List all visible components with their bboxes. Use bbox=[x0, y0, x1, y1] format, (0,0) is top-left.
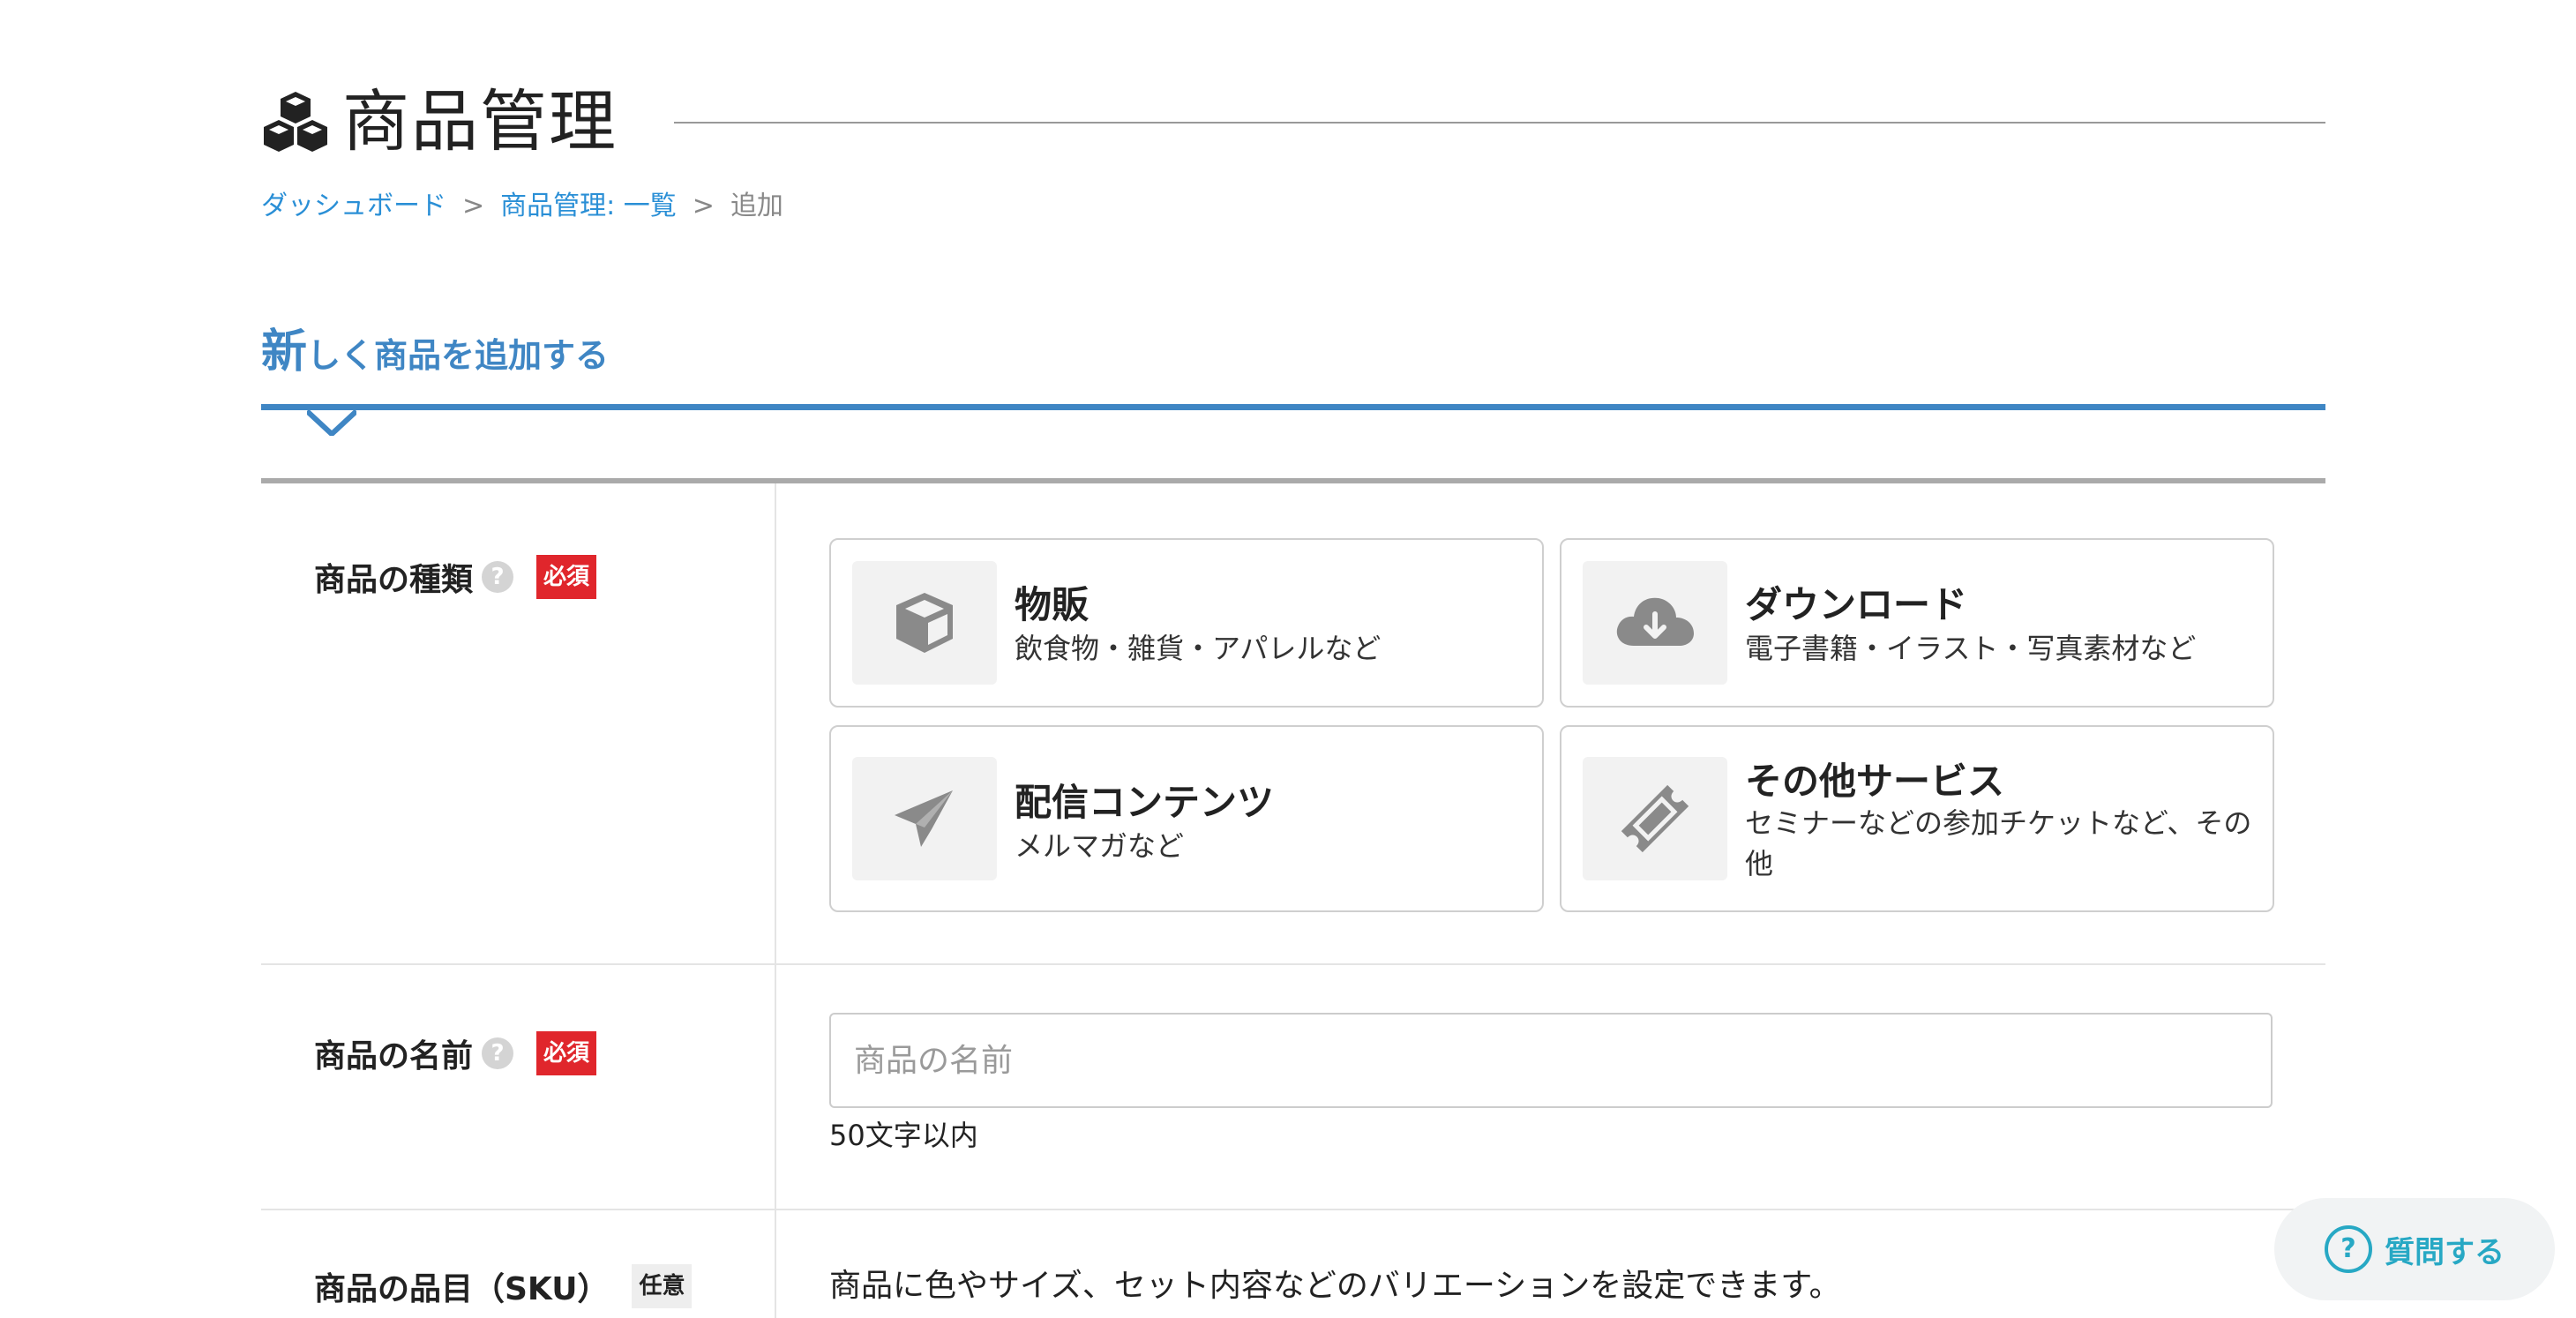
type-option-other-service[interactable]: その他サービス セミナーなどの参加チケットなど、その他 bbox=[1560, 725, 2274, 912]
type-option-icon-box bbox=[852, 561, 997, 685]
type-option-title: 物販 bbox=[1015, 583, 1090, 626]
ticket-icon bbox=[1621, 784, 1689, 853]
cloud-download-icon bbox=[1616, 597, 1694, 646]
help-icon[interactable]: ? bbox=[482, 561, 514, 593]
breadcrumb: ダッシュボード > 商品管理: 一覧 > 追加 bbox=[261, 187, 783, 226]
product-name-hint: 50文字以内 bbox=[829, 1119, 978, 1152]
type-option-desc: セミナーなどの参加チケットなど、その他 bbox=[1745, 806, 2252, 880]
section-notch bbox=[307, 409, 356, 436]
question-circle-icon: ? bbox=[2325, 1225, 2372, 1273]
breadcrumb-current: 追加 bbox=[730, 191, 783, 221]
label-column-divider bbox=[775, 483, 776, 1318]
row-divider bbox=[261, 1209, 2325, 1210]
page-header: 商品管理 bbox=[261, 79, 2325, 164]
optional-badge: 任意 bbox=[632, 1264, 693, 1308]
product-name-input[interactable] bbox=[829, 1013, 2273, 1108]
product-name-label-text: 商品の名前 bbox=[314, 1038, 474, 1075]
title-divider bbox=[674, 122, 2325, 124]
cubes-icon bbox=[264, 92, 327, 152]
type-option-content[interactable]: 配信コンテンツ メルマガなど bbox=[829, 725, 1544, 912]
product-name-label: 商品の名前 ? 必須 bbox=[314, 1029, 597, 1078]
product-type-label-text: 商品の種類 bbox=[314, 562, 474, 598]
section-underline bbox=[261, 404, 2325, 410]
row-divider bbox=[261, 963, 2325, 965]
required-badge: 必須 bbox=[536, 1031, 597, 1075]
type-option-icon-box bbox=[852, 757, 997, 880]
type-option-physical[interactable]: 物販 飲食物・雑貨・アパレルなど bbox=[829, 538, 1544, 708]
type-option-icon-box bbox=[1583, 561, 1727, 685]
breadcrumb-separator: > bbox=[692, 191, 715, 221]
box-icon bbox=[896, 593, 953, 653]
type-option-desc: 電子書籍・イラスト・写真素材など bbox=[1745, 632, 2197, 665]
ask-question-button[interactable]: ? 質問する bbox=[2274, 1198, 2555, 1300]
paper-plane-icon bbox=[895, 790, 953, 847]
type-option-desc: 飲食物・雑貨・アパレルなど bbox=[1015, 632, 1382, 665]
type-option-title: 配信コンテンツ bbox=[1015, 781, 1275, 824]
required-badge: 必須 bbox=[536, 555, 597, 599]
help-icon[interactable]: ? bbox=[482, 1037, 514, 1069]
breadcrumb-dashboard-link[interactable]: ダッシュボード bbox=[261, 187, 446, 226]
product-type-label: 商品の種類 ? 必須 bbox=[314, 552, 597, 602]
breadcrumb-separator: > bbox=[462, 191, 485, 221]
type-option-title: その他サービス bbox=[1745, 760, 2005, 803]
breadcrumb-product-list-link[interactable]: 商品管理: 一覧 bbox=[500, 187, 677, 226]
section-title: 新しく商品を追加する bbox=[261, 321, 609, 386]
product-sku-label: 商品の品目（SKU） 任意 bbox=[314, 1262, 693, 1311]
ask-question-label: 質問する bbox=[2385, 1234, 2505, 1270]
type-option-icon-box bbox=[1583, 757, 1727, 880]
product-sku-label-text: 商品の品目（SKU） bbox=[314, 1271, 610, 1307]
product-form: 商品の種類 ? 必須 物販 飲食物・雑貨・アパレルなど ダウンロード 電子書籍・… bbox=[261, 478, 2325, 1318]
type-option-desc: メルマガなど bbox=[1015, 829, 1185, 863]
section-title-rest: しく商品を追加する bbox=[307, 336, 610, 375]
product-sku-description: 商品に色やサイズ、セット内容などのバリエーションを設定できます。 bbox=[829, 1268, 1841, 1304]
type-option-download[interactable]: ダウンロード 電子書籍・イラスト・写真素材など bbox=[1560, 538, 2274, 708]
page-title: 商品管理 bbox=[342, 82, 618, 161]
section-title-first-char: 新 bbox=[261, 326, 308, 378]
type-option-title: ダウンロード bbox=[1745, 583, 1968, 626]
section-heading: 新しく商品を追加する bbox=[261, 321, 2325, 436]
